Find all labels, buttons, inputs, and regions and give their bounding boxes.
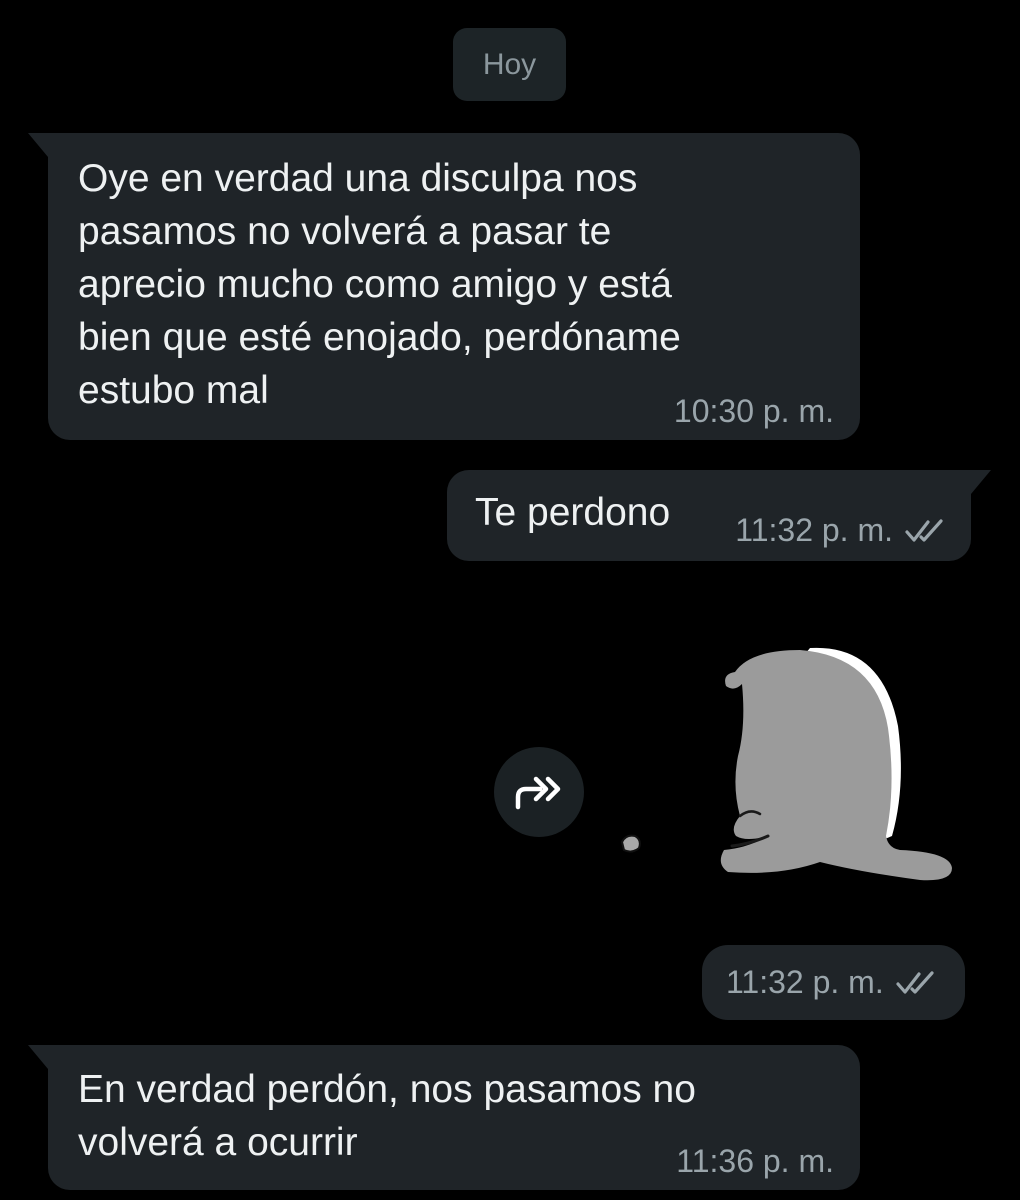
message-bubble-incoming[interactable]: Oye en verdad una disculpa nos pasamos n… [28,133,860,440]
cat-body [720,650,952,881]
message-meta: 11:32 p. m. [735,512,945,549]
sticker-meta-chip: 11:32 p. m. [702,945,965,1020]
message-meta: 11:36 p. m. [676,1143,834,1180]
message-time: 10:30 p. m. [673,393,834,429]
double-check-icon [905,518,945,544]
double-check-icon [896,970,936,996]
message-bubble-incoming[interactable]: En verdad perdón, nos pasamos no volverá… [28,1045,860,1190]
date-label: Hoy [482,47,537,81]
bubble-tail [28,133,48,157]
message-text: Te perdono [475,491,671,534]
pebble [620,834,641,853]
bubble-tail [971,470,991,494]
message-time: 11:32 p. m. [735,512,893,548]
forward-button[interactable] [494,747,584,837]
message-meta: 10:30 p. m. [674,393,834,430]
forward-arrow-icon [510,767,568,818]
sad-cat-sitting-sticker[interactable] [600,636,960,906]
message-meta: 11:32 p. m. [726,945,936,1020]
bubble-tail [28,1045,48,1069]
date-separator: Hoy [453,28,566,101]
message-bubble-outgoing[interactable]: Te perdono 11:32 p. m. [447,470,991,561]
message-text: En verdad perdón, nos pasamos no volverá… [78,1068,696,1164]
message-time: 11:36 p. m. [676,1143,834,1179]
message-text: Oye en verdad una disculpa nos pasamos n… [78,157,681,412]
message-time: 11:32 p. m. [726,964,884,1000]
